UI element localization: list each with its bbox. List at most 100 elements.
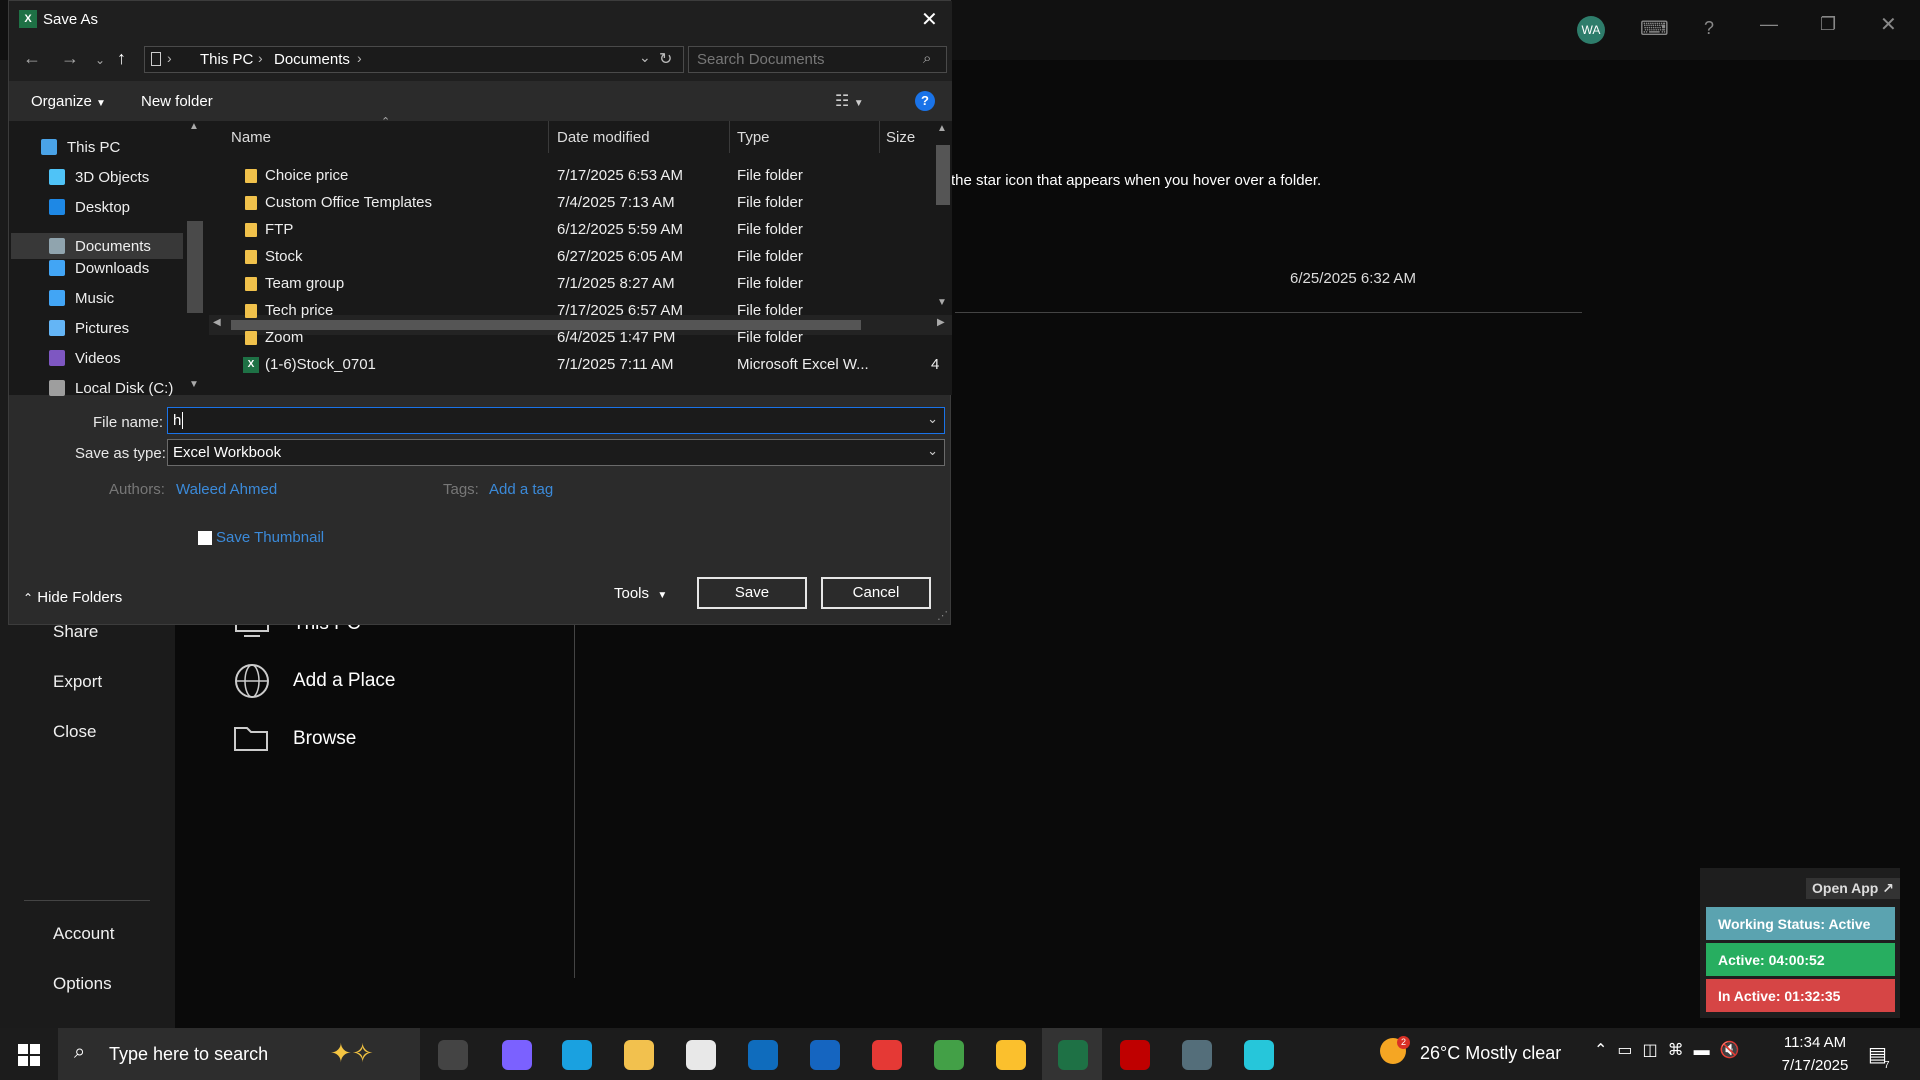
authors-value[interactable]: Waleed Ahmed	[176, 481, 277, 498]
help-icon[interactable]: ?	[915, 91, 935, 111]
file-row[interactable]: FTP 6/12/2025 5:59 AM File folder	[231, 217, 931, 243]
close-icon[interactable]: ✕	[921, 7, 938, 32]
outlook-icon[interactable]	[748, 1040, 778, 1070]
system-tray[interactable]: ⌃▭◫⌘▬🔇	[1594, 1040, 1750, 1060]
breadcrumb-this-pc[interactable]: This PC	[200, 51, 253, 68]
filezilla-icon[interactable]	[1120, 1040, 1150, 1070]
thumbnail-checkbox[interactable]	[198, 531, 212, 545]
nav-account[interactable]: Account	[53, 924, 114, 944]
feedback-icon[interactable]: ⌨	[1640, 16, 1669, 41]
calendar-app-icon[interactable]	[810, 1040, 840, 1070]
window-close-icon[interactable]: ✕	[1880, 12, 1897, 37]
nav-export[interactable]: Export	[53, 672, 102, 692]
breadcrumb-documents[interactable]: Documents	[274, 51, 350, 68]
address-dropdown-icon[interactable]: ⌄	[639, 49, 651, 66]
organize-button[interactable]: Organize ▼	[31, 93, 106, 110]
file-row[interactable]: X (1-6)Stock_0701 7/1/2025 7:11 AM Microsof…	[231, 352, 939, 378]
start-button[interactable]	[18, 1044, 40, 1071]
column-separator[interactable]	[548, 121, 549, 153]
column-size[interactable]: Size	[886, 129, 915, 146]
scroll-right-icon[interactable]: ▶	[937, 317, 945, 328]
nav-local-disk[interactable]: Local Disk (C:)	[49, 375, 173, 401]
new-folder-button[interactable]: New folder	[141, 93, 213, 110]
cancel-button[interactable]: Cancel	[821, 577, 931, 609]
recent-chevron-icon[interactable]: ⌄	[95, 53, 105, 67]
scroll-down-icon[interactable]: ▼	[189, 379, 199, 390]
address-bar[interactable]: › This PC › Documents › ⌄ ↻	[144, 46, 684, 73]
chevron-right-icon: ›	[167, 50, 172, 66]
chrome-alt-icon[interactable]	[996, 1040, 1026, 1070]
search-input[interactable]: Search Documents ⌕	[688, 46, 947, 73]
place-add[interactable]: Add a Place	[233, 662, 395, 700]
file-name: (1-6)Stock_0701	[265, 356, 376, 373]
chrome-profile-icon[interactable]	[934, 1040, 964, 1070]
back-arrow-icon[interactable]: ←	[23, 48, 41, 69]
calculator-icon[interactable]	[1182, 1040, 1212, 1070]
view-options-icon[interactable]: ☷ ▼	[835, 91, 864, 111]
nav-pictures[interactable]: Pictures	[49, 315, 129, 341]
file-row[interactable]: Tech price 7/17/2025 6:57 AM File folder	[231, 298, 931, 324]
column-date[interactable]: Date modified	[557, 129, 650, 146]
tools-button[interactable]: Tools ▼	[614, 585, 667, 602]
store-icon[interactable]	[686, 1040, 716, 1070]
up-arrow-icon[interactable]: ↑	[117, 48, 126, 69]
taskbar-search[interactable]: ⌕ Type here to search ✦✧	[58, 1028, 420, 1080]
user-avatar[interactable]: WA	[1577, 16, 1605, 44]
file-row[interactable]: Choice price 7/17/2025 6:53 AM File folder	[231, 163, 931, 189]
location-icon	[151, 52, 161, 66]
scroll-up-icon[interactable]: ▲	[189, 121, 199, 132]
place-browse[interactable]: Browse	[233, 720, 356, 758]
weather-text[interactable]: 26°C Mostly clear	[1420, 1043, 1561, 1064]
nav-videos[interactable]: Videos	[49, 345, 121, 371]
clock-date[interactable]: 7/17/2025	[1776, 1057, 1854, 1074]
hide-folders-button[interactable]: ⌃ Hide Folders	[23, 589, 122, 606]
nav-label: This PC	[67, 138, 121, 156]
minimize-icon[interactable]: —	[1760, 14, 1778, 35]
column-separator[interactable]	[729, 121, 730, 153]
column-type[interactable]: Type	[737, 129, 770, 146]
copilot-icon[interactable]	[502, 1040, 532, 1070]
chevron-up-icon: ⌃	[23, 591, 34, 605]
forward-arrow-icon[interactable]: →	[61, 48, 79, 69]
restore-icon[interactable]: ❐	[1820, 14, 1836, 35]
clock-time[interactable]: 11:34 AM	[1780, 1034, 1850, 1051]
scroll-left-icon[interactable]: ◀	[213, 317, 221, 328]
nav-close[interactable]: Close	[53, 722, 96, 742]
nav-scrollbar-thumb[interactable]	[187, 221, 203, 313]
working-status: Working Status: Active	[1706, 907, 1895, 940]
save-type-select[interactable]: Excel Workbook ⌄	[167, 439, 945, 466]
file-row[interactable]: Zoom 6/4/2025 1:47 PM File folder	[231, 325, 931, 351]
nav-this-pc[interactable]: This PC	[41, 134, 120, 160]
nav-downloads[interactable]: Downloads	[49, 255, 149, 281]
help-icon[interactable]: ?	[1704, 18, 1714, 39]
tags-input[interactable]: Add a tag	[489, 481, 553, 498]
column-name[interactable]: Name	[231, 129, 271, 146]
column-separator[interactable]	[879, 121, 880, 153]
nav-music[interactable]: Music	[49, 285, 114, 311]
nav-desktop[interactable]: Desktop	[49, 194, 130, 220]
scroll-up-icon[interactable]: ▲	[937, 123, 947, 134]
v-scrollbar-thumb[interactable]	[936, 145, 950, 205]
file-explorer-icon[interactable]	[624, 1040, 654, 1070]
open-app-button[interactable]: Open App ↗	[1806, 878, 1900, 899]
file-name-input[interactable]: h ⌄	[167, 407, 945, 434]
file-row[interactable]: Custom Office Templates 7/4/2025 7:13 AM F…	[231, 190, 931, 216]
nav-3d-objects[interactable]: 3D Objects	[49, 164, 149, 190]
task-view-icon[interactable]	[438, 1040, 468, 1070]
excel-icon[interactable]	[1058, 1040, 1088, 1070]
app-icon[interactable]	[1244, 1040, 1274, 1070]
resize-grip-icon[interactable]: ⋰	[937, 609, 948, 622]
thumbnail-label: Save Thumbnail	[216, 529, 325, 546]
refresh-icon[interactable]: ↻	[659, 49, 672, 69]
chevron-down-icon[interactable]: ⌄	[927, 411, 938, 427]
nav-label: Desktop	[75, 198, 131, 216]
edge-icon[interactable]	[562, 1040, 592, 1070]
scroll-down-icon[interactable]: ▼	[937, 297, 947, 308]
save-button[interactable]: Save	[697, 577, 807, 609]
file-row[interactable]: Team group 7/1/2025 8:27 AM File folder	[231, 271, 931, 297]
nav-share[interactable]: Share	[53, 622, 98, 642]
file-row[interactable]: Stock 6/27/2025 6:05 AM File folder	[231, 244, 931, 270]
chrome-icon[interactable]	[872, 1040, 902, 1070]
file-date: 7/17/2025 6:57 AM	[557, 302, 683, 319]
nav-options[interactable]: Options	[53, 974, 112, 994]
